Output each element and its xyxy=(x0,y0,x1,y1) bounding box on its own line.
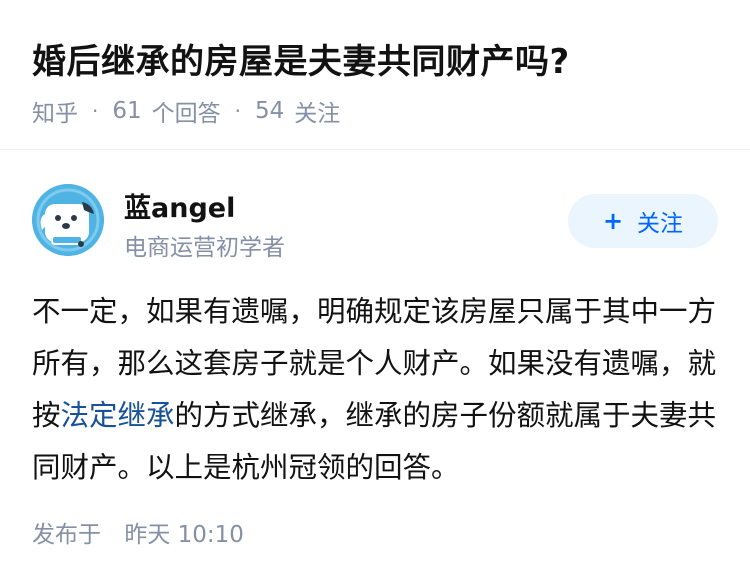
meta-separator: · xyxy=(234,99,241,123)
plus-icon: + xyxy=(602,207,624,235)
answer-content: 不一定，如果有遗嘱，明确规定该房屋只属于其中一方所有，那么这套房子就是个人财产。… xyxy=(32,286,718,494)
avatar[interactable] xyxy=(32,184,104,256)
published-time[interactable]: 昨天 10:10 xyxy=(124,522,244,548)
follow-button-label: 关注 xyxy=(637,211,684,237)
answer-count-label: 个回答 xyxy=(151,101,221,127)
follow-button[interactable]: + 关注 xyxy=(568,194,718,248)
question-header: 婚后继承的房屋是夫妻共同财产吗? 知乎 · 61 个回答 · 54 关注 xyxy=(0,0,750,150)
follow-count-label: 关注 xyxy=(294,101,341,127)
legal-inheritance-link[interactable]: 法定继承 xyxy=(61,399,175,432)
answer-count: 61 xyxy=(112,98,142,124)
answer-footer: 发布于 昨天 10:10 xyxy=(32,515,244,549)
source-label[interactable]: 知乎 xyxy=(32,94,78,128)
author-info: 蓝angel 电商运营初学者 + 关注 xyxy=(32,184,718,261)
meta-separator: · xyxy=(92,99,99,123)
published-label: 发布于 xyxy=(32,522,101,548)
follow-count: 54 xyxy=(255,98,285,124)
author-name[interactable]: 蓝angel xyxy=(124,186,235,225)
question-meta: 知乎 · 61 个回答 · 54 关注 xyxy=(32,94,340,128)
author-bio: 电商运营初学者 xyxy=(124,235,285,261)
dog-avatar-icon xyxy=(32,184,104,256)
question-title[interactable]: 婚后继承的房屋是夫妻共同财产吗? xyxy=(32,34,570,83)
